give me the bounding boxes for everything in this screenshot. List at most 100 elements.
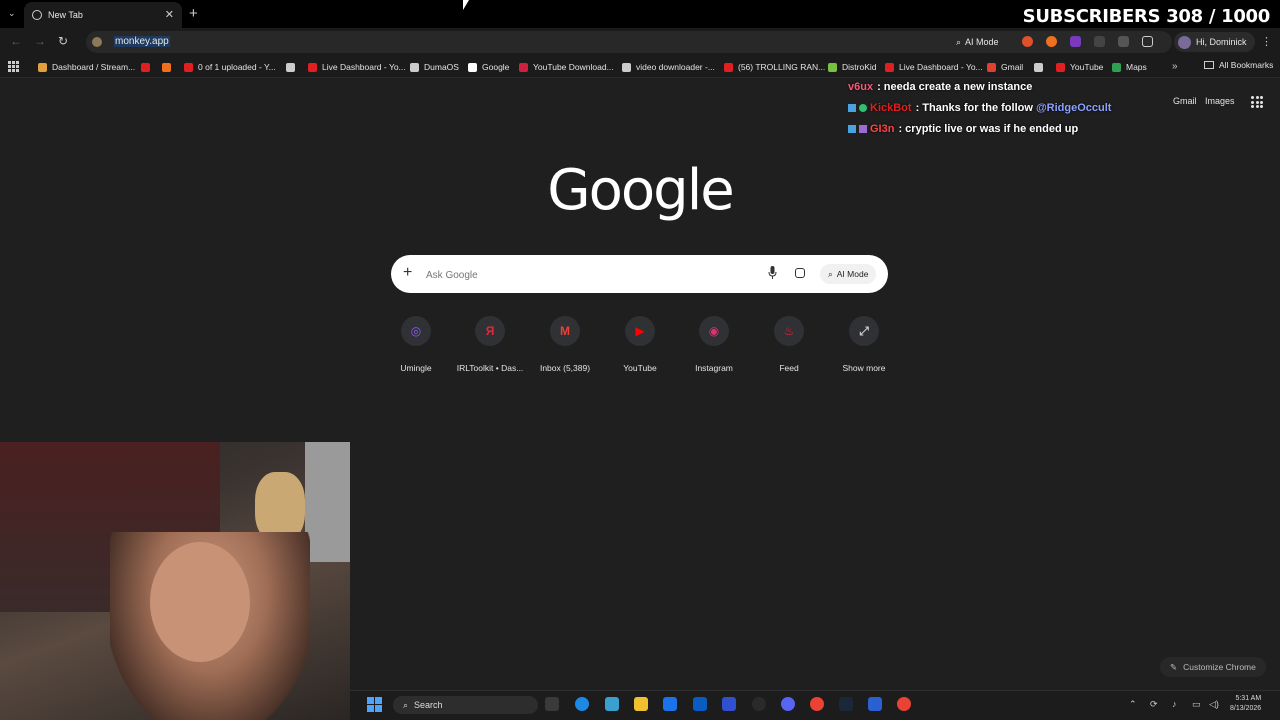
shortcut-tile[interactable]: ◎ Umingle [378, 316, 454, 373]
bookmark-favicon-icon [141, 62, 150, 72]
bookmark-item[interactable]: video downloader -... [622, 60, 715, 74]
bookmark-item[interactable]: 0 of 1 uploaded - Y... [184, 60, 276, 74]
app-icon[interactable] [868, 697, 882, 711]
outlook-icon[interactable] [663, 697, 677, 711]
close-icon[interactable]: ✕ [165, 8, 174, 21]
profile-button[interactable]: Hi, Dominick [1174, 32, 1255, 52]
reload-icon[interactable]: ↻ [58, 34, 68, 48]
tray-mic-icon[interactable]: ♪ [1172, 699, 1177, 709]
chat-username: KickBot [870, 102, 912, 114]
bookmark-item[interactable]: Live Dashboard - Yo... [885, 60, 983, 74]
bookmark-label: 0 of 1 uploaded - Y... [198, 62, 276, 72]
extension-icon[interactable] [1094, 36, 1105, 47]
shortcut-tile[interactable]: M Inbox (5,389) [527, 316, 603, 373]
google-apps-icon[interactable] [1251, 96, 1263, 108]
shortcut-tile[interactable]: Я IRLToolkit • Das... [452, 316, 528, 373]
search-input[interactable] [426, 268, 726, 282]
customize-chrome-button[interactable]: ✎ Customize Chrome [1160, 657, 1266, 677]
subscriber-overlay: SUBSCRIBERS 308 / 1000 [1022, 6, 1271, 27]
taskbar-search[interactable]: ⌕ Search [393, 696, 538, 714]
shortcut-icon: Я [475, 316, 505, 346]
all-bookmarks-button[interactable]: All Bookmarks [1204, 60, 1273, 70]
volume-icon[interactable]: ◁) [1209, 699, 1219, 710]
microphone-icon[interactable] [768, 266, 777, 279]
tray-chevron-icon[interactable]: ⌃ [1129, 699, 1137, 710]
windows-start-icon[interactable] [367, 697, 382, 712]
extension-icon[interactable] [1022, 36, 1033, 47]
ai-mode-search-button[interactable]: ⌕ AI Mode [820, 264, 877, 284]
bookmark-favicon-icon [286, 62, 295, 72]
tray-display-icon[interactable]: ▭ [1192, 699, 1201, 710]
shortcut-tile[interactable]: ♨ Feed [751, 316, 827, 373]
app-icon[interactable] [605, 697, 619, 711]
bookmark-item[interactable]: Live Dashboard - Yo... [308, 60, 406, 74]
bookmark-item[interactable]: Gmail [987, 60, 1023, 74]
shortcut-tile[interactable]: ▶ YouTube [602, 316, 678, 373]
discord-icon[interactable] [781, 697, 795, 711]
bookmark-item[interactable] [286, 60, 300, 74]
bookmark-item[interactable] [162, 60, 176, 74]
shortcut-tile[interactable]: ⤢ Show more [826, 316, 902, 373]
gmail-link[interactable]: Gmail [1173, 96, 1197, 106]
bookmark-item[interactable]: Dashboard / Stream... [38, 60, 135, 74]
back-icon[interactable]: ← [10, 34, 22, 48]
bookmark-favicon-icon [1056, 62, 1065, 72]
bookmark-favicon-icon [987, 62, 996, 72]
shortcut-label: Inbox (5,389) [539, 363, 591, 373]
bookmark-item[interactable] [141, 60, 155, 74]
bookmark-item[interactable]: YouTube [1056, 60, 1103, 74]
extension-icon[interactable] [1046, 36, 1057, 47]
chrome-icon[interactable] [897, 697, 911, 711]
task-view-icon[interactable] [545, 697, 559, 711]
plus-icon[interactable]: + [403, 264, 412, 282]
bookmark-favicon-icon [885, 62, 894, 72]
bookmark-item[interactable]: Google [468, 60, 509, 74]
ea-icon[interactable] [722, 697, 736, 711]
chat-line: GI3n: cryptic live or was if he ended up [848, 123, 1078, 135]
bookmark-item[interactable]: Maps [1112, 60, 1147, 74]
site-info-icon[interactable] [92, 37, 102, 47]
bookmark-item[interactable] [1034, 60, 1048, 74]
chrome-icon [32, 10, 42, 20]
shortcut-tile[interactable]: ◉ Instagram [676, 316, 752, 373]
tab-search-icon[interactable]: ⌄ [8, 8, 16, 19]
bookmark-item[interactable]: DistroKid [828, 60, 876, 74]
bookmark-label: video downloader -... [636, 62, 715, 72]
menu-kebab-icon[interactable]: ⋮ [1261, 35, 1272, 48]
forward-icon[interactable]: → [34, 34, 46, 48]
google-logo: Google [547, 158, 734, 223]
chevron-right-icon[interactable]: » [1172, 61, 1178, 72]
tray-app-icon[interactable]: ⟳ [1150, 699, 1158, 710]
bookmark-label: Live Dashboard - Yo... [322, 62, 406, 72]
bookmark-item[interactable]: YouTube Download... [519, 60, 614, 74]
folder-icon [1204, 61, 1214, 69]
apps-grid-icon[interactable] [8, 61, 19, 72]
shortcut-icon: ♨ [774, 316, 804, 346]
address-text[interactable]: monkey.app [114, 36, 170, 47]
edge-icon[interactable] [575, 697, 589, 711]
extensions-puzzle-icon[interactable] [1142, 36, 1153, 47]
tab-new-tab[interactable]: New Tab ✕ [24, 2, 182, 28]
chrome-icon[interactable] [810, 697, 824, 711]
obs-icon[interactable] [752, 697, 766, 711]
extension-icon[interactable] [1070, 36, 1081, 47]
ai-mode-button[interactable]: ⌕ AI Mode [950, 33, 1005, 51]
new-tab-button[interactable]: + [189, 5, 198, 22]
chat-mention: @RidgeOccult [1035, 102, 1112, 114]
bookmark-favicon-icon [1112, 62, 1121, 72]
steam-icon[interactable] [839, 697, 853, 711]
shortcut-label: YouTube [623, 363, 657, 373]
all-bookmarks-label: All Bookmarks [1219, 60, 1274, 70]
bookmark-item[interactable]: DumaOS [410, 60, 459, 74]
file-explorer-icon[interactable] [634, 697, 648, 711]
lens-icon[interactable] [795, 268, 805, 278]
images-link[interactable]: Images [1205, 96, 1235, 106]
bookmark-item[interactable]: (56) TROLLING RAN... [724, 60, 825, 74]
badge-icon [859, 125, 867, 134]
address-bar[interactable] [86, 31, 1172, 53]
ai-mode-label: AI Mode [836, 269, 869, 279]
taskbar-clock[interactable]: 5:31 AM 8/13/2026 [1230, 694, 1261, 714]
extension-icon[interactable] [1118, 36, 1129, 47]
store-icon[interactable] [693, 697, 707, 711]
chat-line: KickBot: Thanks for the follow @RidgeOcc… [848, 102, 1111, 114]
